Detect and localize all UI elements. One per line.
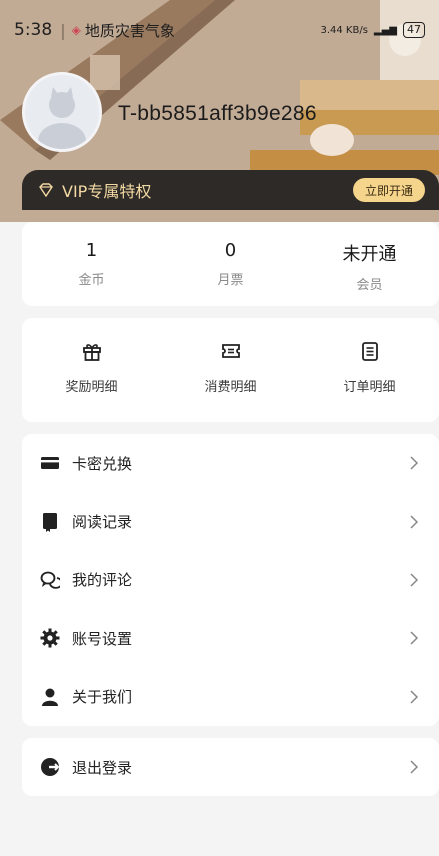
menu-item-reading-history[interactable]: 阅读记录 bbox=[22, 492, 439, 550]
chevron-right-icon bbox=[410, 573, 419, 587]
stat-label: 月票 bbox=[217, 273, 244, 288]
menu-item-label: 关于我们 bbox=[72, 688, 133, 707]
status-bar: 5:38 | ◈ 地质灾害气象 3.44 KB/s ▂▄▆ 47 bbox=[14, 18, 425, 42]
menu-item-card-redeem[interactable]: 卡密兑换 bbox=[22, 434, 439, 492]
record-label: 消费明细 bbox=[204, 380, 257, 395]
menu-item-label: 账号设置 bbox=[72, 629, 133, 648]
menu-item-account-settings[interactable]: 账号设置 bbox=[22, 609, 439, 667]
menu-item-my-comments[interactable]: 我的评论 bbox=[22, 551, 439, 609]
chevron-right-icon bbox=[410, 760, 419, 774]
status-notification: 地质灾害气象 bbox=[84, 21, 175, 40]
record-label: 订单明细 bbox=[343, 380, 396, 395]
stat-coins[interactable]: 1 金币 bbox=[22, 222, 161, 306]
logout-button[interactable]: 退出登录 bbox=[22, 738, 439, 796]
order-details-button[interactable]: 订单明细 bbox=[300, 318, 439, 422]
logout-label: 退出登录 bbox=[72, 758, 133, 777]
vip-label: VIP专属特权 bbox=[62, 182, 152, 201]
menu-item-label: 卡密兑换 bbox=[72, 454, 133, 473]
stat-value: 1 bbox=[85, 240, 98, 261]
ticket-icon bbox=[221, 344, 240, 358]
profile-header: 5:38 | ◈ 地质灾害气象 3.44 KB/s ▂▄▆ 47 T-bb585… bbox=[0, 0, 439, 222]
card-icon bbox=[41, 457, 59, 470]
open-vip-button[interactable]: 立即开通 bbox=[352, 178, 425, 202]
notification-app-icon: ◈ bbox=[71, 23, 81, 37]
chat-icon bbox=[40, 571, 60, 589]
record-label: 奖励明细 bbox=[65, 380, 118, 395]
diamond-icon bbox=[39, 183, 53, 198]
status-indicators: 3.44 KB/s ▂▄▆ 47 bbox=[320, 22, 425, 38]
avatar[interactable] bbox=[22, 72, 102, 152]
stat-label: 会员 bbox=[356, 278, 383, 293]
menu-item-label: 我的评论 bbox=[72, 571, 133, 590]
signal-icon: ▂▄▆ bbox=[373, 24, 397, 36]
chevron-right-icon bbox=[410, 690, 419, 704]
reward-details-button[interactable]: 奖励明细 bbox=[22, 318, 161, 422]
net-speed: 3.44 KB/s bbox=[320, 24, 368, 36]
menu-item-label: 阅读记录 bbox=[72, 513, 133, 532]
chevron-right-icon bbox=[410, 515, 419, 529]
chevron-right-icon bbox=[410, 631, 419, 645]
user-icon bbox=[42, 688, 58, 706]
menu-item-about-us[interactable]: 关于我们 bbox=[22, 668, 439, 726]
account-stats-card: 1 金币 0 月票 未开通 会员 bbox=[22, 222, 439, 306]
book-icon bbox=[43, 512, 57, 532]
stat-value: 未开通 bbox=[342, 244, 397, 265]
settings-menu: 卡密兑换 阅读记录 我的评论 账号设置 关于我们 bbox=[22, 434, 439, 726]
records-card: 奖励明细 消费明细 订单明细 bbox=[22, 318, 439, 422]
default-avatar-icon bbox=[38, 87, 86, 149]
username: T-bb5851aff3b9e286 bbox=[118, 102, 317, 125]
logout-icon bbox=[41, 758, 60, 777]
clipboard-icon bbox=[361, 342, 378, 361]
logout-card: 退出登录 bbox=[22, 738, 439, 796]
gift-icon bbox=[82, 344, 101, 361]
status-time: 5:38 bbox=[14, 20, 53, 40]
battery-icon: 47 bbox=[403, 22, 425, 38]
status-separator: | bbox=[60, 20, 66, 40]
gear-icon bbox=[40, 628, 60, 648]
stat-membership[interactable]: 未开通 会员 bbox=[300, 222, 439, 306]
consumption-details-button[interactable]: 消费明细 bbox=[161, 318, 300, 422]
stat-monthly-tickets[interactable]: 0 月票 bbox=[161, 222, 300, 306]
chevron-right-icon bbox=[410, 456, 419, 470]
vip-banner[interactable]: VIP专属特权 立即开通 bbox=[22, 170, 439, 210]
stat-label: 金币 bbox=[78, 273, 105, 288]
stat-value: 0 bbox=[224, 240, 237, 261]
